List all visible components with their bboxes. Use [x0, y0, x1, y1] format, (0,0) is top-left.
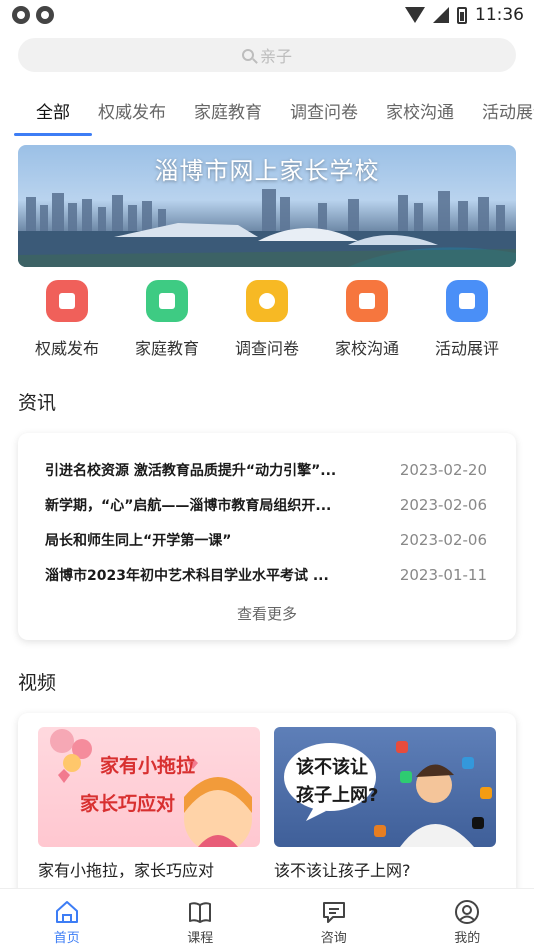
- badge-icon: [46, 280, 88, 322]
- battery-icon: [457, 6, 467, 24]
- thumbnail-caption: 家有小拖拉: [100, 755, 196, 777]
- news-section-title: 资讯: [18, 392, 57, 414]
- quick-links: 权威发布 家庭教育 调查问卷 家校沟通 活动展评: [0, 280, 534, 360]
- quick-link-label: 调查问卷: [234, 339, 299, 358]
- wifi-icon: [405, 7, 425, 23]
- news-item[interactable]: 新学期，“心”启航——淄博市教育局组织开... 2023-02-06: [45, 493, 487, 517]
- notification-app-icon: [36, 6, 54, 24]
- quick-link-survey[interactable]: 调查问卷: [220, 280, 314, 360]
- house-icon: [146, 280, 188, 322]
- news-item[interactable]: 淄博市2023年初中艺术科目学业水平考试 ... 2023-01-11: [45, 563, 487, 587]
- news-date: 2023-02-20: [399, 461, 487, 479]
- video-title: 家有小拖拉，家长巧应对: [38, 861, 215, 880]
- news-card: 引进名校资源 激活教育品质提升“动力引擎”... 2023-02-20 新学期，…: [18, 433, 516, 640]
- video-thumbnail: 该不该让 孩子上网?: [274, 727, 496, 847]
- tab-all[interactable]: 全部: [14, 86, 92, 136]
- video-title: 该不该让孩子上网?: [274, 861, 411, 880]
- news-title: 引进名校资源 激活教育品质提升“动力引擎”...: [45, 463, 337, 479]
- quick-link-label: 家庭教育: [134, 339, 199, 358]
- status-notifications: [12, 6, 54, 24]
- thumbnail-caption: 该不该让: [296, 757, 368, 778]
- home-icon: [55, 901, 78, 923]
- search-icon: [241, 49, 254, 61]
- user-icon: [455, 900, 480, 924]
- calendar-icon: [446, 280, 488, 322]
- pie-chart-icon: [246, 280, 288, 322]
- quick-link-label: 家校沟通: [334, 339, 399, 358]
- message-icon: [346, 280, 388, 322]
- video-thumbnail: 家有小拖拉 家长巧应对: [38, 727, 260, 847]
- video-card: 家有小拖拉 家长巧应对 家有小拖拉，家长巧应对 该不该让 孩子上网? 该不该让孩…: [18, 713, 516, 913]
- quick-link-label: 权威发布: [34, 339, 99, 358]
- tab-survey[interactable]: 调查问卷: [290, 86, 358, 136]
- quick-link-family-education[interactable]: 家庭教育: [120, 280, 214, 360]
- status-indicators: 11:36: [405, 5, 524, 25]
- banner-carousel[interactable]: 淄博市网上家长学校: [18, 145, 516, 267]
- signal-icon: [433, 7, 449, 23]
- video-section-title: 视频: [18, 672, 57, 694]
- news-item[interactable]: 引进名校资源 激活教育品质提升“动力引擎”... 2023-02-20: [45, 458, 487, 482]
- search-input[interactable]: 亲子: [18, 38, 516, 72]
- chat-icon: [322, 902, 345, 923]
- quick-link-home-school[interactable]: 家校沟通: [320, 280, 414, 360]
- nav-profile[interactable]: 我的: [417, 889, 517, 950]
- nav-courses[interactable]: 课程: [150, 889, 250, 950]
- banner-title: 淄博市网上家长学校: [154, 157, 380, 185]
- quick-link-label: 活动展评: [434, 339, 499, 358]
- search-placeholder: 亲子: [259, 47, 292, 66]
- quick-link-activity[interactable]: 活动展评: [420, 280, 514, 360]
- status-bar: 11:36: [0, 0, 534, 30]
- video-item[interactable]: 该不该让 孩子上网? 该不该让孩子上网?: [274, 727, 496, 881]
- view-more-link[interactable]: 查看更多: [18, 603, 516, 624]
- nav-label: 首页: [53, 931, 80, 946]
- thumbnail-caption: 家长巧应对: [80, 793, 176, 815]
- tab-family-education[interactable]: 家庭教育: [194, 86, 262, 136]
- news-date: 2023-02-06: [399, 496, 487, 514]
- news-title: 新学期，“心”启航——淄博市教育局组织开...: [45, 498, 332, 514]
- status-time: 11:36: [475, 5, 524, 25]
- news-date: 2023-01-11: [399, 566, 487, 584]
- news-title: 局长和师生同上“开学第一课”: [45, 533, 232, 549]
- news-item[interactable]: 局长和师生同上“开学第一课” 2023-02-06: [45, 528, 487, 552]
- video-item[interactable]: 家有小拖拉 家长巧应对 家有小拖拉，家长巧应对: [38, 727, 260, 881]
- tab-official[interactable]: 权威发布: [98, 86, 166, 136]
- thumbnail-caption: 孩子上网?: [296, 785, 379, 806]
- news-date: 2023-02-06: [399, 531, 487, 549]
- quick-link-official[interactable]: 权威发布: [20, 280, 114, 360]
- nav-label: 我的: [454, 931, 481, 946]
- tab-activity[interactable]: 活动展评: [482, 86, 534, 136]
- category-tabs: 全部 权威发布 家庭教育 调查问卷 家校沟通 活动展评: [0, 86, 534, 136]
- notification-app-icon: [12, 6, 30, 24]
- news-title: 淄博市2023年初中艺术科目学业水平考试 ...: [45, 568, 329, 584]
- app-page: 11:36 亲子 全部 权威发布 家庭教育 调查问卷 家校沟通 活动展评: [0, 0, 534, 950]
- nav-consult[interactable]: 咨询: [284, 889, 384, 950]
- bottom-navigation: 首页 课程 咨询 我的: [0, 888, 534, 950]
- book-icon: [189, 902, 212, 923]
- cartoon-illustration: [50, 729, 252, 847]
- nav-label: 课程: [187, 931, 214, 946]
- nav-label: 咨询: [320, 931, 347, 946]
- nav-home[interactable]: 首页: [17, 889, 117, 950]
- tab-home-school[interactable]: 家校沟通: [386, 86, 454, 136]
